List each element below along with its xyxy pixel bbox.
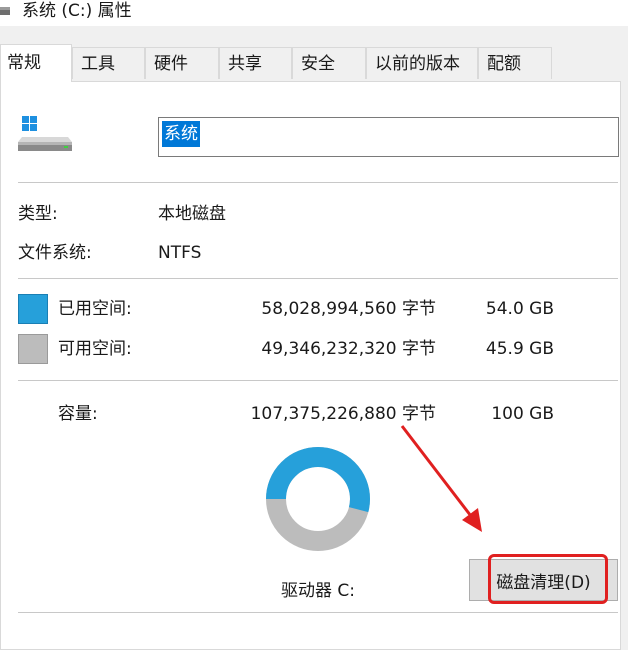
divider (18, 380, 618, 381)
divider (18, 278, 618, 279)
type-value: 本地磁盘 (158, 204, 226, 224)
free-space-label: 可用空间: (58, 339, 132, 359)
tab-strip: 常规 工具 硬件 共享 安全 以前的版本 配额 (0, 44, 628, 82)
tab-tools[interactable]: 工具 (72, 47, 145, 79)
free-space-size: 45.9 GB (485, 339, 554, 359)
tab-hardware[interactable]: 硬件 (145, 47, 219, 79)
filesystem-label: 文件系统: (18, 243, 92, 263)
capacity-label: 容量: (58, 404, 98, 424)
capacity-size: 100 GB (491, 404, 554, 424)
tab-previous-versions[interactable]: 以前的版本 (366, 47, 478, 79)
tab-quota[interactable]: 配额 (478, 47, 552, 79)
filesystem-value: NTFS (158, 243, 202, 263)
title-bar: 系统 (C:) 属性 (0, 0, 628, 26)
disk-usage-donut (266, 447, 370, 551)
windows-drive-icon (18, 116, 72, 151)
used-space-label: 已用空间: (58, 299, 132, 319)
used-space-bytes: 58,028,994,560 字节 (261, 299, 436, 319)
disk-cleanup-button[interactable]: 磁盘清理(D) (469, 559, 618, 601)
used-space-swatch (18, 294, 48, 324)
drive-icon (0, 7, 10, 15)
divider (18, 612, 618, 613)
used-space-size: 54.0 GB (485, 299, 554, 319)
free-space-bytes: 49,346,232,320 字节 (261, 339, 436, 359)
window-title: 系统 (C:) 属性 (22, 1, 132, 21)
tab-general[interactable]: 常规 (0, 44, 72, 82)
tab-sharing[interactable]: 共享 (219, 47, 292, 79)
free-space-swatch (18, 334, 48, 364)
type-label: 类型: (18, 204, 58, 224)
divider (18, 182, 618, 183)
drive-letter-label: 驱动器 C: (281, 581, 356, 601)
capacity-bytes: 107,375,226,880 字节 (250, 404, 436, 424)
tab-security[interactable]: 安全 (292, 47, 366, 79)
drive-name-input[interactable] (158, 117, 619, 157)
